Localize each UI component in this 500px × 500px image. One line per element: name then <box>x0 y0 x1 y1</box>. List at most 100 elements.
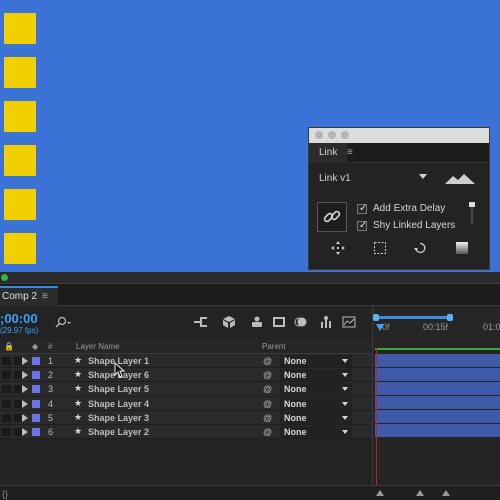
parent-column-header[interactable]: Parent <box>262 342 286 351</box>
layer-name[interactable]: Shape Layer 3 <box>88 413 149 423</box>
layer-row[interactable]: 6 ★ Shape Layer 2 @ None <box>0 424 372 440</box>
slider-handle[interactable] <box>469 202 475 207</box>
parent-dropdown[interactable]: None <box>280 425 352 438</box>
label-column-icon[interactable]: ◆ <box>32 342 38 351</box>
layer-duration-bar[interactable] <box>375 424 500 437</box>
playhead-line[interactable] <box>376 348 377 498</box>
visibility-toggle[interactable] <box>2 413 11 422</box>
graph-view-icon[interactable] <box>342 316 356 328</box>
layer-name[interactable]: Shape Layer 2 <box>88 427 149 437</box>
shape-square[interactable] <box>4 13 36 44</box>
gradient-icon[interactable] <box>455 241 469 255</box>
expand-triangle-icon[interactable] <box>22 371 28 380</box>
draft-3d-icon[interactable] <box>222 316 236 328</box>
panel-menu-icon[interactable]: ≡ <box>347 143 353 163</box>
label-color-swatch[interactable] <box>32 427 40 436</box>
layer-duration-bar[interactable] <box>375 354 500 367</box>
parent-dropdown[interactable]: None <box>280 383 352 396</box>
label-color-swatch[interactable] <box>32 413 40 422</box>
pick-whip-icon[interactable]: @ <box>263 370 272 380</box>
layer-row[interactable]: 3 ★ Shape Layer 5 @ None <box>0 382 372 397</box>
layer-duration-bar[interactable] <box>375 382 500 395</box>
tab-comp-2[interactable]: Comp 2 ≡ <box>0 286 58 306</box>
current-time-display[interactable]: ;00:00 <box>0 311 38 326</box>
pick-whip-icon[interactable]: @ <box>263 399 272 409</box>
zoom-window-icon[interactable] <box>341 131 349 139</box>
parent-dropdown[interactable]: None <box>280 411 352 424</box>
shape-square[interactable] <box>4 57 36 88</box>
tab-link[interactable]: Link <box>309 143 348 163</box>
work-area-end-handle[interactable] <box>447 314 453 321</box>
pick-whip-icon[interactable]: @ <box>263 384 272 394</box>
work-area-bar[interactable] <box>373 314 453 321</box>
panel-menu-icon[interactable]: ≡ <box>42 288 48 306</box>
expand-triangle-icon[interactable] <box>22 399 28 408</box>
minimize-window-icon[interactable] <box>328 131 336 139</box>
layer-duration-bar[interactable] <box>375 410 500 423</box>
parent-dropdown[interactable]: None <box>280 397 352 410</box>
move-icon[interactable] <box>331 241 345 255</box>
visibility-toggle[interactable] <box>2 357 11 365</box>
pick-whip-icon[interactable]: @ <box>263 356 272 366</box>
time-ruler[interactable]: 0f 00:15f 01:0 <box>372 306 500 348</box>
expand-triangle-icon[interactable] <box>22 357 28 365</box>
pick-whip-icon[interactable]: @ <box>263 427 272 437</box>
loop-icon[interactable] <box>413 241 427 255</box>
comp-flowchart-icon[interactable] <box>194 316 208 328</box>
layer-track-area[interactable] <box>372 348 500 500</box>
link-button[interactable] <box>317 202 347 232</box>
zoom-out-icon[interactable] <box>376 490 384 496</box>
visibility-toggle[interactable] <box>2 399 11 408</box>
mountain-icon[interactable] <box>445 173 475 185</box>
shape-square[interactable] <box>4 101 36 132</box>
graph-editor-icon[interactable] <box>320 316 334 328</box>
layer-name[interactable]: Shape Layer 4 <box>88 399 149 409</box>
expand-triangle-icon[interactable] <box>22 427 28 436</box>
panel-divider[interactable] <box>0 272 500 284</box>
expand-triangle-icon[interactable] <box>22 385 28 394</box>
expression-toggle[interactable]: {} <box>2 489 8 499</box>
layer-name-column-header[interactable]: Layer Name <box>76 342 120 351</box>
parent-dropdown[interactable]: None <box>280 369 352 382</box>
parent-value: None <box>284 384 307 395</box>
layer-row[interactable]: 4 ★ Shape Layer 4 @ None <box>0 396 372 411</box>
visibility-toggle[interactable] <box>2 427 11 436</box>
ruler-tick-label: 00:15f <box>423 322 449 332</box>
delay-slider[interactable] <box>469 202 475 224</box>
tab-label: Comp 2 <box>2 291 38 302</box>
shy-layers-icon[interactable] <box>250 316 264 328</box>
layer-duration-bar[interactable] <box>375 368 500 381</box>
layer-duration-bar[interactable] <box>375 396 500 409</box>
label-color-swatch[interactable] <box>32 371 40 380</box>
parent-dropdown[interactable]: None <box>280 355 352 367</box>
visibility-toggle[interactable] <box>2 371 11 380</box>
mouse-cursor-icon <box>114 362 126 378</box>
pick-whip-icon[interactable]: @ <box>263 413 272 423</box>
label-color-swatch[interactable] <box>32 399 40 408</box>
panel-titlebar[interactable] <box>309 128 489 143</box>
label-color-swatch[interactable] <box>32 357 40 365</box>
work-area-start-handle[interactable] <box>373 314 379 321</box>
shape-square[interactable] <box>4 233 36 264</box>
expand-triangle-icon[interactable] <box>22 413 28 422</box>
layer-row[interactable]: 2 ★ Shape Layer 6 @ None <box>0 368 372 383</box>
search-icon[interactable] <box>54 316 72 328</box>
chevron-down-icon <box>342 373 348 378</box>
layer-row[interactable]: 5 ★ Shape Layer 3 @ None <box>0 410 372 425</box>
shape-square[interactable] <box>4 145 36 176</box>
select-rect-icon[interactable] <box>373 241 387 255</box>
visibility-toggle[interactable] <box>2 385 11 394</box>
zoom-slider-handle[interactable] <box>416 490 424 496</box>
zoom-in-icon[interactable] <box>442 490 450 496</box>
layer-name[interactable]: Shape Layer 5 <box>88 384 149 394</box>
layer-row[interactable]: 1 ★ Shape Layer 1 @ None <box>0 354 372 369</box>
lock-column-icon[interactable]: 🔒 <box>4 342 14 351</box>
label-color-swatch[interactable] <box>32 385 40 394</box>
shape-square[interactable] <box>4 189 36 220</box>
motion-blur-icon[interactable] <box>294 316 308 328</box>
number-column-header[interactable]: # <box>48 342 52 351</box>
link-icon <box>323 210 341 223</box>
frame-blending-icon[interactable] <box>272 316 286 328</box>
close-window-icon[interactable] <box>315 131 323 139</box>
preset-dropdown[interactable]: Link v1 <box>319 171 429 187</box>
